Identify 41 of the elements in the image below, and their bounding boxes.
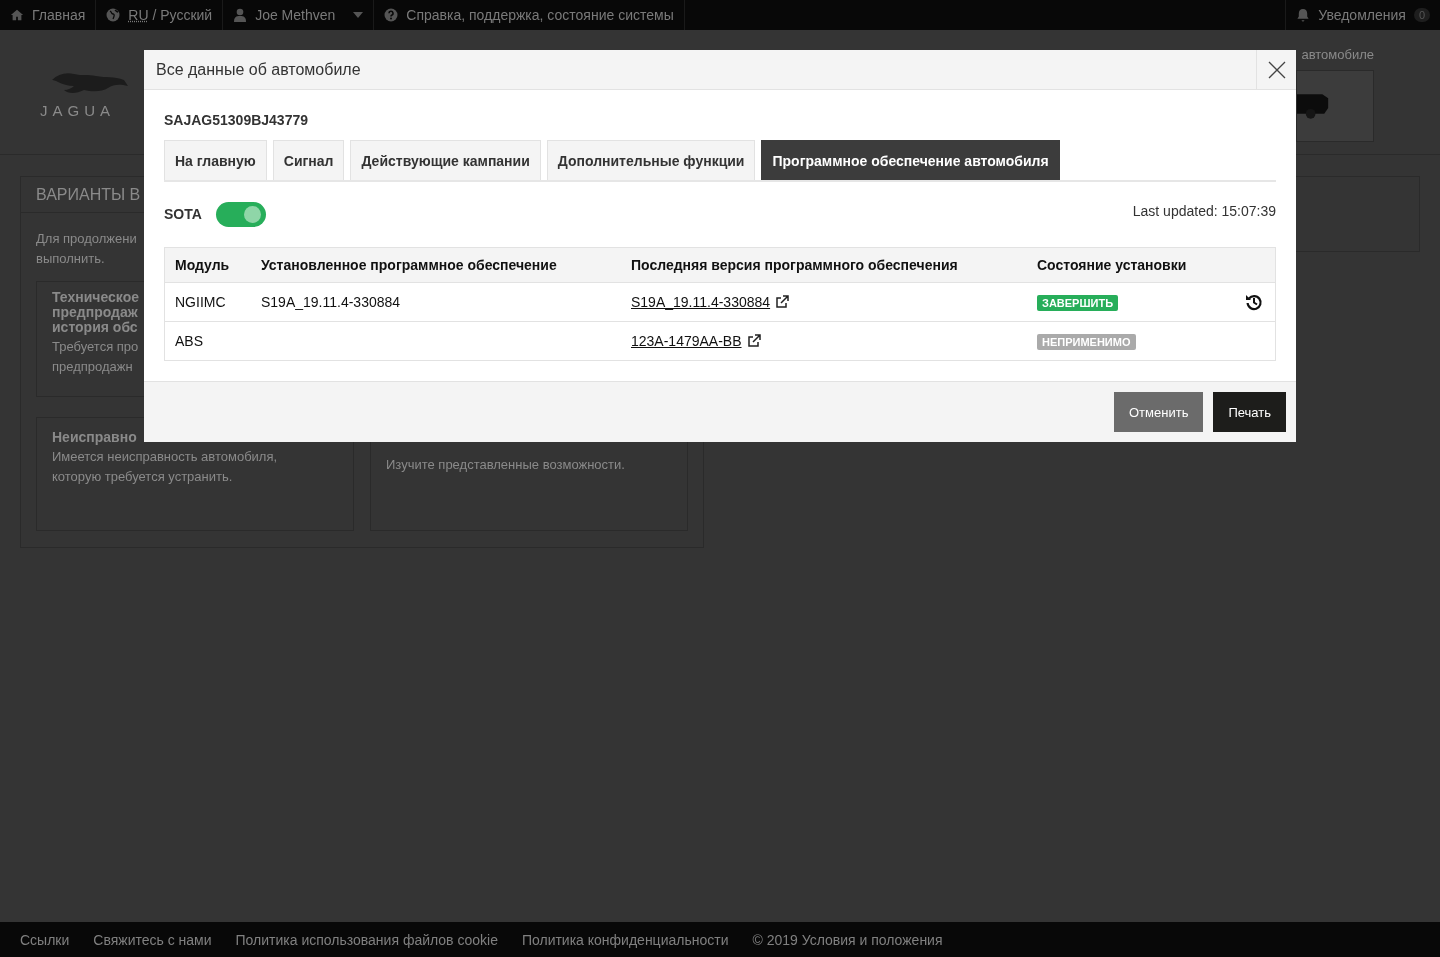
column-header: Состояние установки bbox=[1027, 247, 1235, 283]
footer-link[interactable]: Ссылки bbox=[20, 931, 70, 948]
notifications-link[interactable]: Уведомления bbox=[1318, 7, 1406, 23]
footer-link[interactable]: © 2019 Условия и положения bbox=[752, 931, 943, 948]
table-cell: S19A_19.11.4-330884 bbox=[251, 282, 621, 322]
software-link[interactable]: 123A-1479AA-BB bbox=[631, 333, 742, 349]
card-title: Неисправно bbox=[52, 430, 137, 445]
dialog-title: Все данные об автомобиле bbox=[155, 60, 361, 79]
card-text: Изучите представленные возможности. bbox=[386, 456, 625, 474]
last-updated-text: Last updated: 15:07:39 bbox=[1132, 203, 1276, 219]
home-link[interactable]: Главная bbox=[32, 7, 86, 23]
print-button[interactable]: Печать bbox=[1213, 392, 1286, 432]
cancel-button[interactable]: Отменить bbox=[1114, 392, 1204, 432]
status-badge: НЕПРИМЕНИМО bbox=[1037, 333, 1136, 350]
column-header: Установленное программное обеспечение bbox=[251, 247, 621, 283]
table-cell: NGIIMC bbox=[164, 282, 251, 322]
help-link[interactable]: Справка, поддержка, состояние системы bbox=[406, 7, 674, 23]
footer-link[interactable]: Политика использования файлов cookie bbox=[235, 931, 498, 948]
vehicle-caption: автомобиле bbox=[1301, 47, 1374, 62]
footer-link[interactable]: Свяжитесь с нами bbox=[93, 931, 212, 948]
status-badge: ЗАВЕРШИТЬ bbox=[1037, 294, 1119, 311]
card-text: Имеется неисправность автомобиля, которую требуется устранить. bbox=[52, 448, 278, 486]
panel-title: ВАРИАНТЫ В bbox=[36, 185, 141, 204]
brand-logo-text: JAGUA bbox=[40, 102, 116, 119]
card-text: Требуется про предпродажн bbox=[52, 338, 139, 376]
tab[interactable]: Дополнительные функции bbox=[546, 140, 756, 180]
column-header: Модуль bbox=[164, 247, 251, 283]
vin-text: SAJAG51309BJ43779 bbox=[164, 112, 309, 128]
tab[interactable]: Действующие кампании bbox=[350, 140, 541, 180]
intro-text: Для продолжени выполнить. bbox=[36, 230, 137, 268]
sota-label: SOTA bbox=[164, 206, 202, 222]
footer-link[interactable]: Политика конфиденциальности bbox=[521, 931, 729, 948]
tab[interactable]: На главную bbox=[164, 140, 267, 180]
table-cell: ABS bbox=[164, 321, 251, 361]
user-link[interactable]: Joe Methven bbox=[255, 7, 336, 23]
column-header: Последняя версия программного обеспечения bbox=[621, 247, 1027, 283]
software-link[interactable]: S19A_19.11.4-330884 bbox=[631, 294, 771, 310]
language-link[interactable]: RU / Русский bbox=[128, 7, 213, 23]
tab[interactable]: Программное обеспечение автомобиля bbox=[761, 140, 1060, 180]
tab[interactable]: Сигнал bbox=[272, 140, 345, 180]
card-title: Техническое предпродаж история обс bbox=[52, 290, 139, 335]
